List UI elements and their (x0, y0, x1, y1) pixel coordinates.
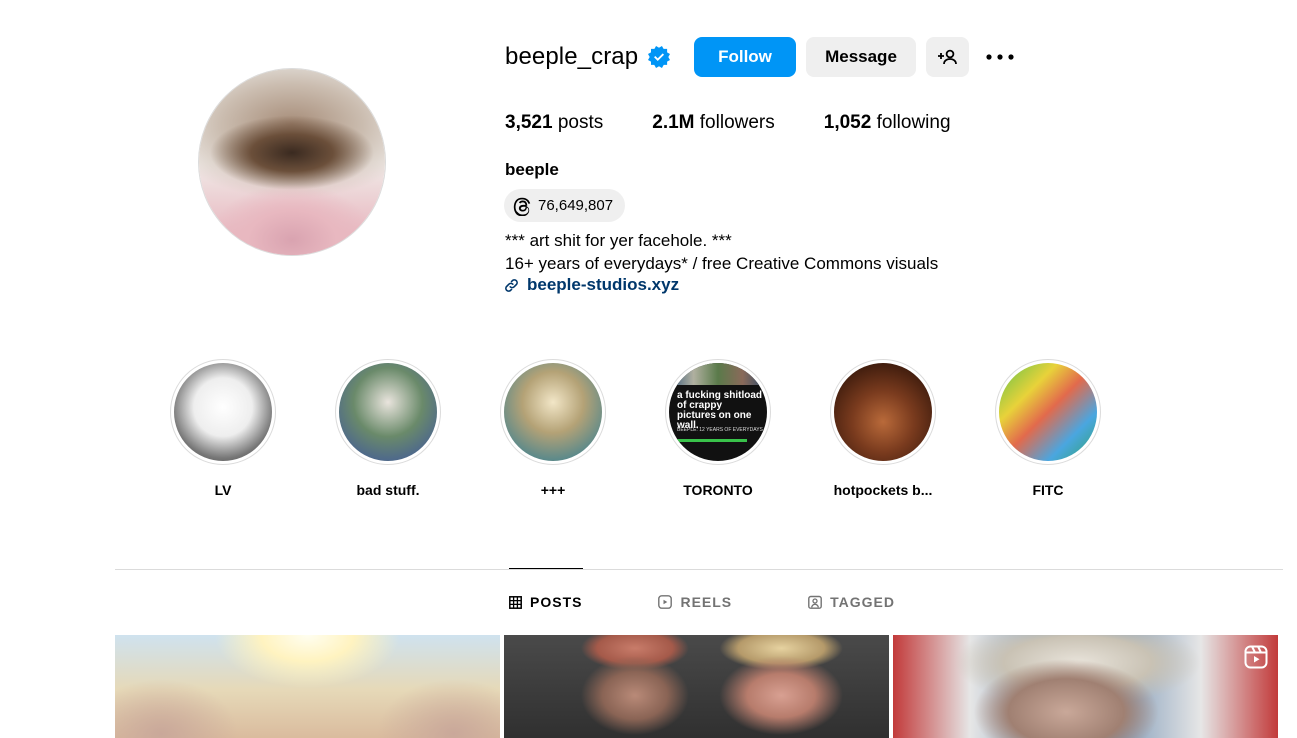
tabs-divider (115, 569, 1283, 570)
highlight-ring (335, 359, 441, 465)
posts-label: posts (557, 112, 604, 133)
highlight-label: TORONTO (683, 482, 753, 498)
highlight-ring (170, 359, 276, 465)
cover-subtext: BEEPLE: 12 YEARS OF EVERYDAYS (677, 427, 763, 433)
following-label: following (876, 112, 951, 133)
username-row: beeple_crap (505, 37, 671, 77)
followers-count: 2.1M (652, 112, 695, 133)
highlight-label: LV (214, 482, 232, 498)
tab-reels[interactable]: REELS (658, 594, 732, 610)
reels-icon (658, 595, 673, 609)
followers-stat[interactable]: 2.1M followers (652, 112, 775, 134)
tab-posts[interactable]: POSTS (509, 594, 582, 610)
highlight-fitc[interactable]: FITC (995, 359, 1101, 498)
highlight-bad-stuff[interactable]: bad stuff. (335, 359, 441, 498)
posts-grid (115, 635, 1282, 738)
profile-avatar[interactable] (198, 68, 386, 256)
message-button[interactable]: Message (806, 37, 916, 77)
profile-username: beeple_crap (505, 43, 639, 70)
cover-green-bar (677, 439, 747, 442)
highlight-cover (999, 363, 1097, 461)
highlight-cover (339, 363, 437, 461)
highlight-toronto[interactable]: a fucking shitload of crappy pictures on… (665, 359, 771, 498)
threads-count: 76,649,807 (538, 197, 614, 214)
grid-icon (509, 595, 522, 609)
add-person-icon (937, 49, 957, 65)
post-thumbnail[interactable] (115, 635, 500, 738)
threads-icon (513, 197, 531, 216)
profile-stats: 3,521 posts 2.1M followers 1,052 followi… (505, 112, 1000, 134)
follow-button[interactable]: Follow (694, 37, 796, 77)
bio-line: 16+ years of everydays* / free Creative … (505, 254, 939, 273)
tab-label: POSTS (530, 594, 583, 610)
verified-badge-icon (648, 46, 671, 68)
avatar-image (199, 69, 385, 255)
highlight-label: FITC (1032, 482, 1064, 498)
post-thumbnail[interactable] (504, 635, 889, 738)
more-horizontal-icon (986, 54, 1014, 60)
tab-label: REELS (680, 594, 733, 610)
profile-bio: *** art shit for yer facehole. *** 16+ y… (505, 229, 938, 275)
bio-link-text: beeple-studios.xyz (527, 275, 680, 294)
highlight-cover: a fucking shitload of crappy pictures on… (669, 363, 767, 461)
followers-label: followers (699, 112, 775, 133)
tab-tagged[interactable]: TAGGED (808, 594, 895, 610)
link-icon (505, 278, 518, 292)
posts-count: 3,521 (505, 112, 553, 133)
suggested-users-button[interactable] (926, 37, 969, 77)
highlight-plus[interactable]: +++ (500, 359, 606, 498)
highlight-label: hotpockets b... (833, 482, 933, 498)
highlight-cover (174, 363, 272, 461)
more-options-button[interactable] (980, 37, 1020, 77)
highlight-ring (830, 359, 936, 465)
highlight-label: +++ (540, 482, 566, 498)
profile-tabs: POSTS REELS TAGGED (509, 594, 971, 610)
highlight-label: bad stuff. (356, 482, 420, 498)
highlight-lv[interactable]: LV (170, 359, 276, 498)
reel-badge-icon (1244, 645, 1268, 669)
active-tab-indicator (509, 568, 583, 569)
tab-label: TAGGED (830, 594, 896, 610)
highlight-cover (834, 363, 932, 461)
posts-stat: 3,521 posts (505, 112, 603, 134)
cover-photo-strip (669, 363, 767, 385)
profile-full-name: beeple (505, 160, 559, 179)
following-stat[interactable]: 1,052 following (824, 112, 951, 134)
tagged-icon (808, 595, 823, 609)
story-highlights: LV bad stuff. +++ a fucking shitload of … (170, 359, 1160, 498)
following-count: 1,052 (823, 112, 872, 133)
highlight-hotpockets[interactable]: hotpockets b... (830, 359, 936, 498)
highlight-ring: a fucking shitload of crappy pictures on… (665, 359, 771, 465)
post-thumbnail[interactable] (893, 635, 1278, 738)
highlight-ring (995, 359, 1101, 465)
bio-line: *** art shit for yer facehole. *** (505, 231, 732, 250)
highlight-ring (500, 359, 606, 465)
highlight-cover (504, 363, 602, 461)
bio-external-link[interactable]: beeple-studios.xyz (504, 275, 679, 295)
cover-text: a fucking shitload of crappy pictures on… (677, 390, 763, 431)
threads-badge[interactable]: 76,649,807 (504, 189, 626, 222)
